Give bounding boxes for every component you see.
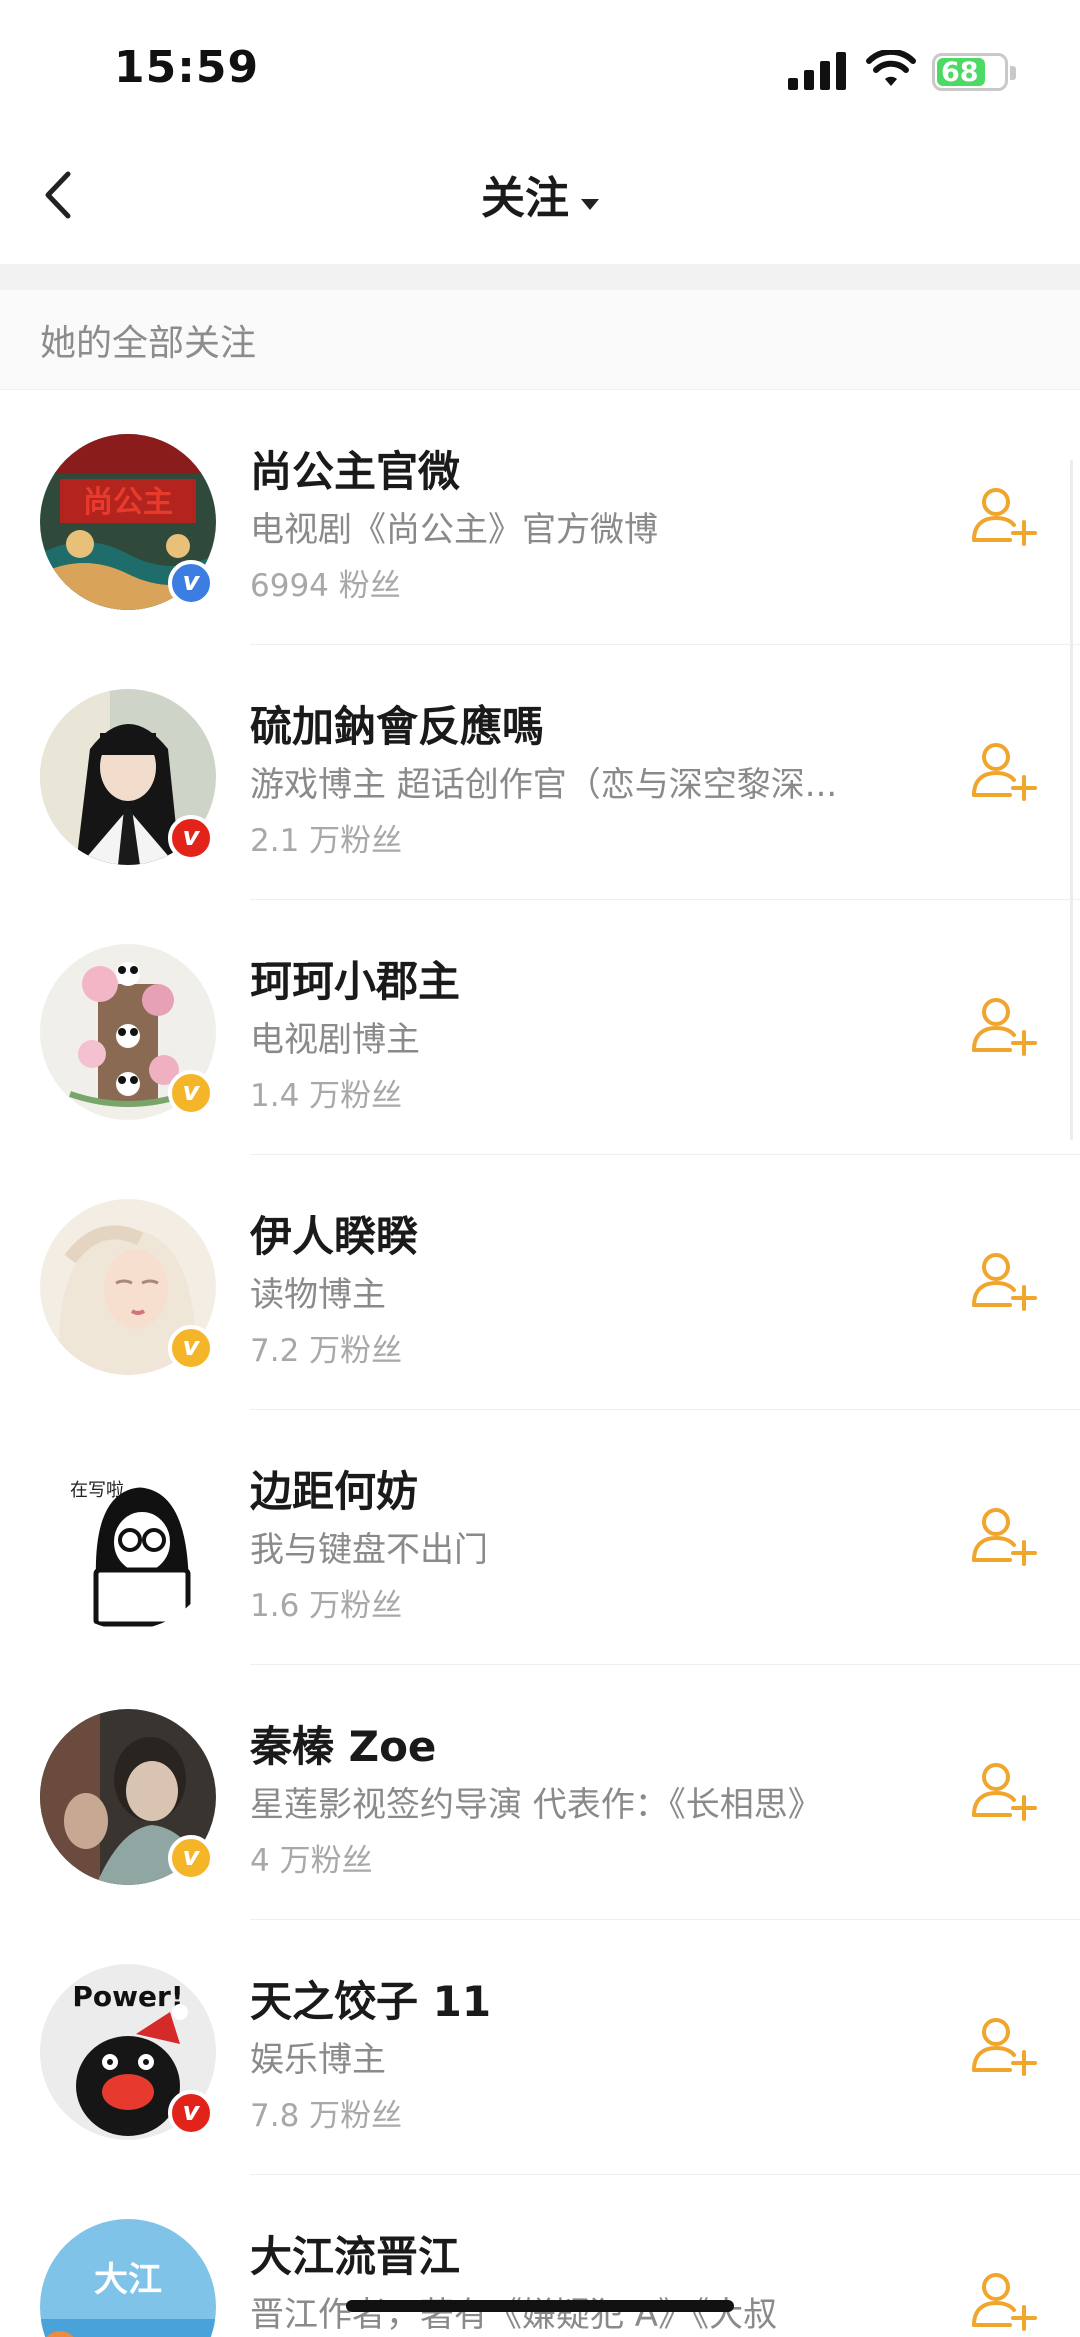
battery-icon: 68 ϟ: [932, 53, 1008, 91]
add-user-icon[interactable]: [970, 737, 1040, 807]
list-item[interactable]: v 珂珂小郡主 电视剧博主 1.4 万粉丝: [0, 900, 1080, 1155]
fan-count: 4 万粉丝: [250, 1843, 373, 1879]
list-item[interactable]: v 伊人睽睽 读物博主 7.2 万粉丝: [0, 1155, 1080, 1410]
add-user-icon[interactable]: [970, 1502, 1040, 1572]
add-user-icon[interactable]: [970, 992, 1040, 1062]
user-description: 读物博主: [250, 1275, 386, 1315]
nav-bar: 关注: [0, 140, 1080, 264]
user-name[interactable]: 珂珂小郡主: [250, 948, 460, 1009]
avatar-caption: Power!: [72, 1980, 183, 2013]
signal-icon: [788, 52, 846, 90]
battery-cap: [1010, 66, 1016, 80]
user-description: 娱乐博主: [250, 2040, 386, 2080]
verified-badge: v: [168, 1070, 214, 1116]
user-description: 游戏博主 超话创作官（恋与深空黎深...: [250, 765, 838, 805]
section-header-label: 她的全部关注: [40, 323, 257, 364]
list-item[interactable]: 大江 大江流晋江 晋江作者，著有《嫌疑犯 A》《大叔: [0, 2175, 1080, 2337]
charging-bolt-icon: ϟ: [983, 59, 999, 87]
avatar-caption: 大江: [94, 2260, 162, 2300]
verified-badge: v: [168, 1325, 214, 1371]
nav-divider: [0, 264, 1080, 290]
user-name[interactable]: 天之饺子 11: [250, 1968, 491, 2029]
list-item[interactable]: 在写啦 边距何妨 我与键盘不出门 1.6 万粉丝: [0, 1410, 1080, 1665]
fan-count: 2.1 万粉丝: [250, 823, 403, 859]
list-item[interactable]: 尚公主 v 尚公主官微 电视剧《尚公主》官方微博 6994 粉丝: [0, 390, 1080, 645]
user-description: 我与键盘不出门: [250, 1530, 488, 1570]
home-indicator[interactable]: [346, 2300, 734, 2312]
add-user-icon[interactable]: [970, 482, 1040, 552]
list-item[interactable]: v 秦榛 Zoe 星莲影视签约导演 代表作：《长相思》 4 万粉丝: [0, 1665, 1080, 1920]
follow-list: 尚公主 v 尚公主官微 电视剧《尚公主》官方微博 6994 粉丝 v 硫加鈉會反…: [0, 390, 1080, 2337]
user-name[interactable]: 边距何妨: [250, 1458, 418, 1519]
user-name[interactable]: 秦榛 Zoe: [250, 1713, 436, 1774]
user-name[interactable]: 尚公主官微: [250, 438, 460, 499]
verified-badge: v: [168, 2090, 214, 2136]
section-header: 她的全部关注: [0, 290, 1080, 390]
river-avatar[interactable]: 大江: [40, 2219, 216, 2337]
user-name[interactable]: 伊人睽睽: [250, 1203, 418, 1264]
verified-badge: v: [168, 560, 214, 606]
fan-count: 1.6 万粉丝: [250, 1588, 403, 1624]
status-bar: 15:59 68 ϟ: [0, 0, 1080, 140]
verified-badge: v: [168, 1835, 214, 1881]
fan-count: 7.8 万粉丝: [250, 2098, 403, 2134]
page-title: 关注: [481, 173, 569, 224]
user-description: 电视剧《尚公主》官方微博: [250, 510, 658, 550]
fan-count: 1.4 万粉丝: [250, 1078, 403, 1114]
verified-badge: v: [168, 815, 214, 861]
svg-text:尚公主: 尚公主: [83, 485, 173, 520]
list-item[interactable]: Power! v 天之饺子 11 娱乐博主 7.8 万粉丝: [0, 1920, 1080, 2175]
add-user-icon[interactable]: [970, 1757, 1040, 1827]
follow-type-selector[interactable]: 关注: [0, 162, 1080, 226]
battery-percent: 68: [941, 57, 979, 88]
add-user-icon[interactable]: [970, 2012, 1040, 2082]
add-user-icon[interactable]: [970, 1247, 1040, 1317]
user-description: 星莲影视签约导演 代表作：《长相思》: [250, 1785, 822, 1825]
screen: 15:59 68 ϟ 关注 她的全部关注 尚公主 v 尚公主官微 电视剧《尚公主…: [0, 0, 1080, 2337]
add-user-icon[interactable]: [970, 2267, 1040, 2337]
list-item[interactable]: v 硫加鈉會反應嗎 游戏博主 超话创作官（恋与深空黎深... 2.1 万粉丝: [0, 645, 1080, 900]
caret-down-icon: [581, 199, 599, 210]
fan-count: 6994 粉丝: [250, 568, 401, 604]
user-name[interactable]: 硫加鈉會反應嗎: [250, 693, 544, 754]
user-description: 电视剧博主: [250, 1020, 420, 1060]
wifi-icon: [866, 50, 916, 86]
status-time: 15:59: [114, 42, 260, 93]
fan-count: 7.2 万粉丝: [250, 1333, 403, 1369]
user-name[interactable]: 大江流晋江: [250, 2223, 460, 2284]
laptop-doodle-avatar[interactable]: 在写啦: [40, 1454, 216, 1630]
